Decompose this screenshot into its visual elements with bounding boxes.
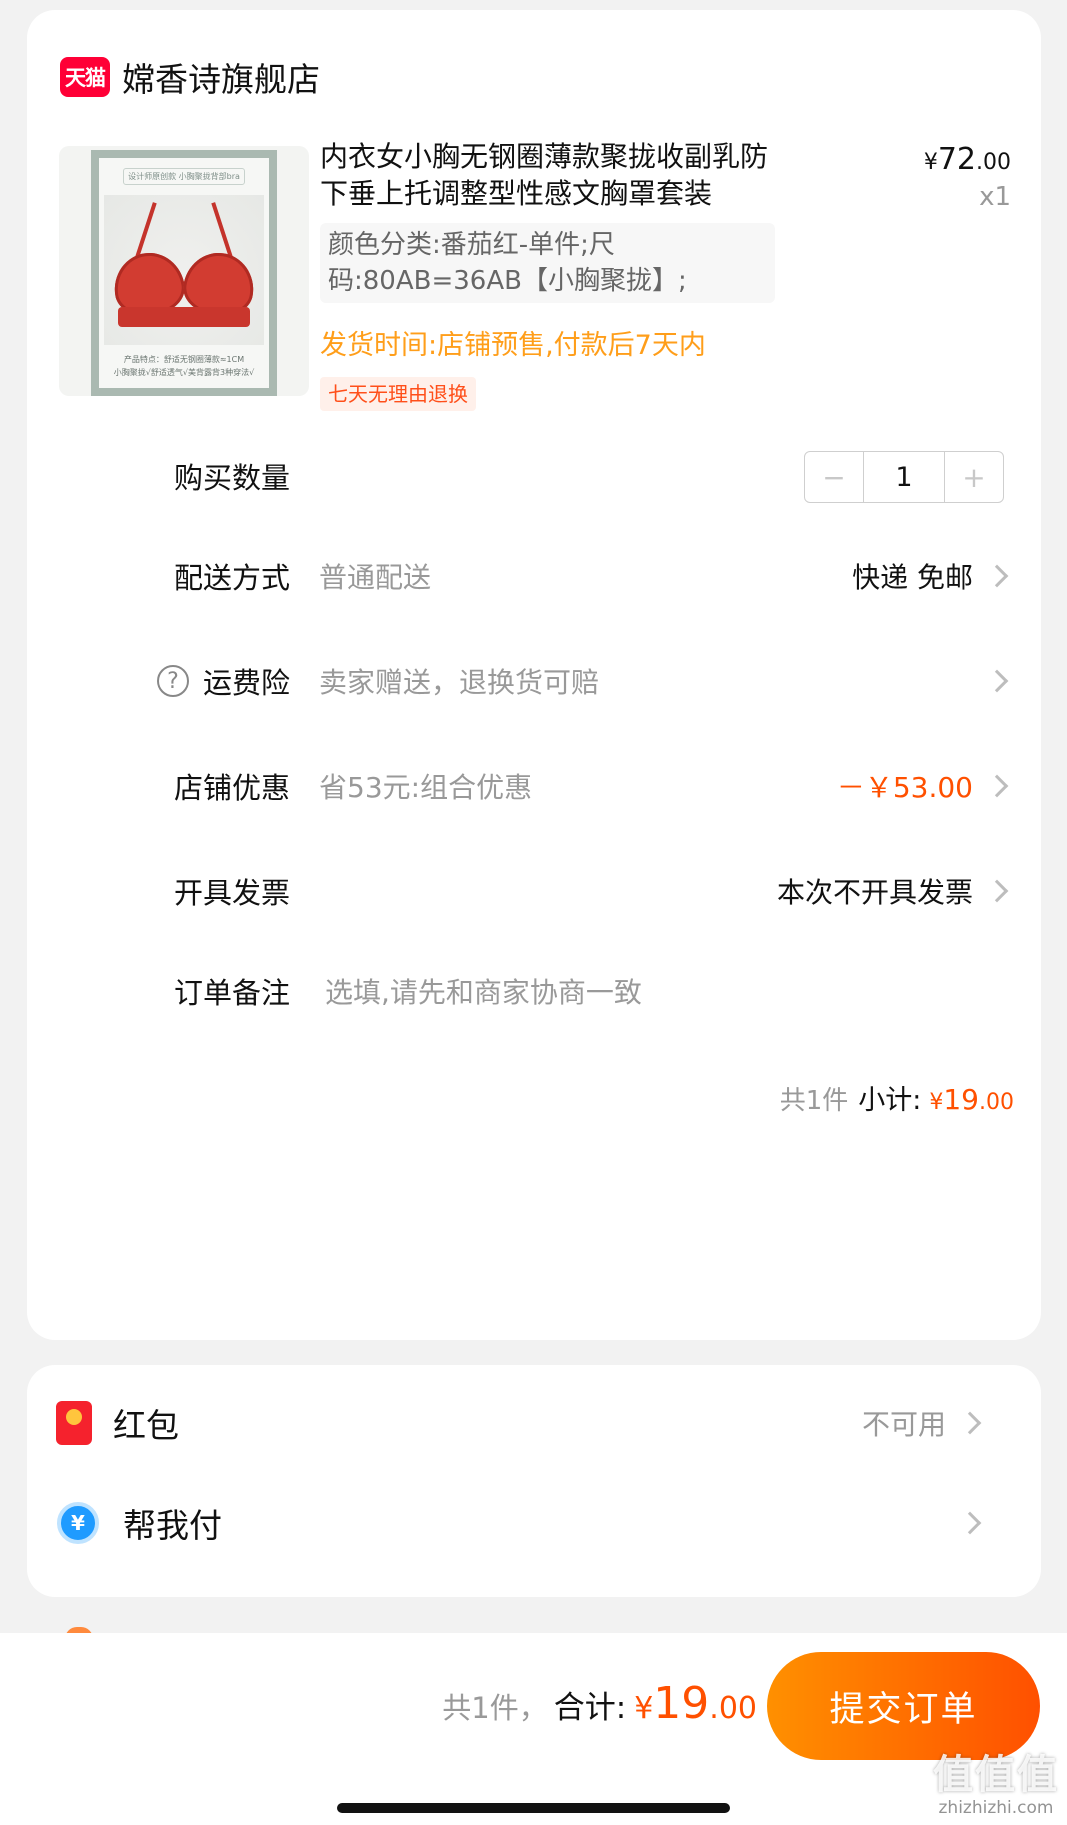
order-card: 天猫 嫦香诗旗舰店 设计师原创款 小胸聚拢背部bra 产品特点：舒适无钢圈薄款≈… bbox=[27, 10, 1041, 1340]
red-packet-row[interactable]: 红包 不可用 bbox=[27, 1393, 1041, 1453]
invoice-label: 开具发票 bbox=[173, 876, 290, 910]
chevron-right-icon[interactable] bbox=[985, 564, 1009, 588]
subtotal-label: 小计: bbox=[858, 1085, 922, 1116]
increment-button[interactable]: + bbox=[945, 452, 1003, 502]
order-note-label: 订单备注 bbox=[173, 976, 290, 1010]
shipping-insurance-row[interactable]: ? 运费险 卖家赠送，退换货可赔 bbox=[27, 651, 1041, 711]
return-policy-badge: 七天无理由退换 bbox=[320, 377, 476, 411]
store-discount-label: 店铺优惠 bbox=[173, 771, 290, 805]
chevron-right-icon[interactable] bbox=[985, 879, 1009, 903]
total-label: 合计: bbox=[553, 1690, 627, 1726]
order-note-row: 订单备注 选填,请先和商家协商一致 bbox=[27, 961, 1041, 1021]
quantity-stepper[interactable]: − 1 + bbox=[804, 451, 1004, 503]
sku-info[interactable]: 颜色分类:番茄红-单件;尺码:80AB=36AB【小胸聚拢】; bbox=[320, 223, 775, 303]
help-icon[interactable]: ? bbox=[156, 665, 189, 697]
red-packet-icon bbox=[56, 1401, 92, 1445]
thumbnail-caption-line: 产品特点：舒适无钢圈薄款≈1CM bbox=[123, 355, 245, 364]
delivery-method: 普通配送 bbox=[319, 561, 432, 594]
quantity-value[interactable]: 1 bbox=[863, 452, 945, 502]
tmall-logo-icon: 天猫 bbox=[60, 57, 110, 97]
delivery-fee: 快递 免邮 bbox=[852, 561, 973, 594]
store-discount-row[interactable]: 店铺优惠 省53元:组合优惠 －￥53.00 bbox=[27, 756, 1041, 816]
invoice-value: 本次不开具发票 bbox=[776, 876, 973, 909]
product-image bbox=[104, 195, 264, 345]
watermark: 值值值 zhizhizhi.com bbox=[933, 1742, 1059, 1818]
chevron-right-icon[interactable] bbox=[958, 1411, 982, 1435]
home-indicator[interactable] bbox=[337, 1803, 730, 1813]
product-title[interactable]: 内衣女小胸无钢圈薄款聚拢收副乳防下垂上托调整型性感文胸罩套装 bbox=[320, 138, 790, 212]
order-total: 共1件， 合计: ¥19.00 bbox=[442, 1678, 757, 1729]
delivery-row[interactable]: 配送方式 普通配送 快递 免邮 bbox=[27, 546, 1041, 606]
help-pay-label: 帮我付 bbox=[123, 1506, 222, 1545]
total-count: 共1件， bbox=[442, 1691, 548, 1725]
store-discount-desc: 省53元:组合优惠 bbox=[319, 771, 533, 804]
subtotal-amount: ¥19.00 bbox=[929, 1083, 1014, 1116]
store-name[interactable]: 嫦香诗旗舰店 bbox=[122, 53, 320, 101]
red-packet-status: 不可用 bbox=[861, 1408, 946, 1441]
shipping-insurance-label: 运费险 bbox=[202, 666, 290, 700]
invoice-row[interactable]: 开具发票 本次不开具发票 bbox=[27, 861, 1041, 921]
chevron-right-icon[interactable] bbox=[985, 669, 1009, 693]
red-packet-label: 红包 bbox=[113, 1406, 179, 1445]
quantity-label: 购买数量 bbox=[173, 461, 290, 495]
ship-time-notice: 发货时间:店铺预售,付款后7天内 bbox=[320, 330, 706, 361]
total-amount: ¥19.00 bbox=[634, 1678, 757, 1729]
help-pay-row[interactable]: ¥ 帮我付 bbox=[27, 1493, 1041, 1553]
product-quantity-multiplier: x1 bbox=[979, 182, 1011, 212]
order-note-input[interactable]: 选填,请先和商家协商一致 bbox=[325, 971, 642, 1011]
chevron-right-icon[interactable] bbox=[958, 1511, 982, 1535]
thumbnail-caption-line: 小胸聚拢√舒适透气√美背露背3种穿法√ bbox=[113, 368, 255, 377]
extras-card: 红包 不可用 ¥ 帮我付 bbox=[27, 1365, 1041, 1597]
watermark-url: zhizhizhi.com bbox=[938, 1798, 1054, 1818]
thumbnail-caption-top: 设计师原创款 小胸聚拢背部bra bbox=[123, 168, 245, 185]
store-header[interactable]: 天猫 嫦香诗旗舰店 bbox=[60, 52, 320, 102]
chevron-right-icon[interactable] bbox=[985, 774, 1009, 798]
product-thumbnail[interactable]: 设计师原创款 小胸聚拢背部bra 产品特点：舒适无钢圈薄款≈1CM 小胸聚拢√舒… bbox=[59, 146, 309, 396]
shipping-insurance-value: 卖家赠送，退换货可赔 bbox=[319, 666, 600, 699]
decrement-button[interactable]: − bbox=[805, 452, 863, 502]
product-price: ¥72.00 bbox=[923, 142, 1011, 177]
subtotal-count: 共1件 bbox=[779, 1086, 849, 1116]
yuan-coin-icon: ¥ bbox=[57, 1502, 99, 1544]
delivery-label: 配送方式 bbox=[173, 561, 290, 595]
subtotal: 共1件 小计: ¥19.00 bbox=[780, 1078, 1014, 1117]
watermark-logo: 值值值 bbox=[933, 1752, 1059, 1798]
store-discount-amount: －￥53.00 bbox=[836, 771, 973, 804]
